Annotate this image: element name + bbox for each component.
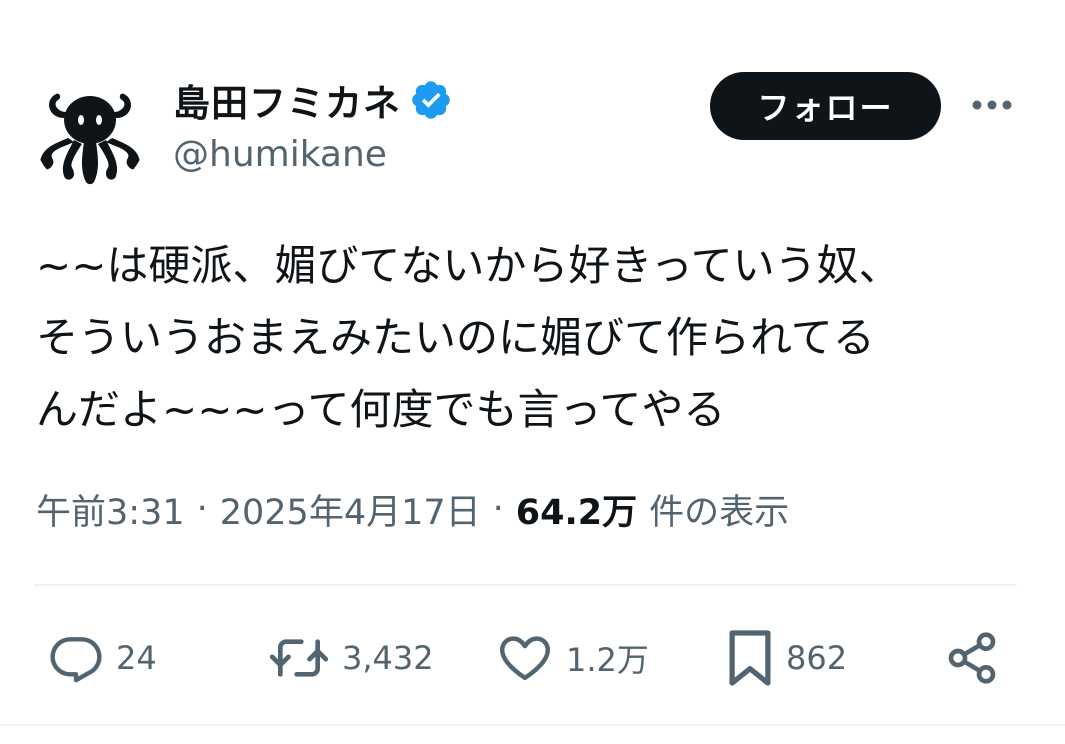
like-icon: [500, 636, 550, 681]
retweet-count: 3,432: [342, 639, 434, 677]
views-label: 件の表示: [649, 492, 790, 533]
divider: [34, 584, 1017, 586]
author-handle[interactable]: @humikane: [173, 134, 387, 175]
views-count[interactable]: 64.2万: [516, 484, 637, 535]
tweet-detail: 島田フミカネ @humikane フォロー ~~は硬派、媚びてないから好きってい…: [0, 0, 1065, 744]
follow-button[interactable]: フォロー: [710, 72, 941, 140]
author-name-row: 島田フミカネ: [173, 75, 453, 125]
reply-count: 24: [116, 639, 157, 677]
reply-button[interactable]: 24: [48, 622, 157, 694]
tweet-text-line: んだよ~~~って何度でも言ってやる: [36, 385, 726, 434]
bookmark-button[interactable]: 862: [726, 622, 847, 694]
meta-separator: ·: [196, 489, 208, 529]
share-icon: [948, 632, 996, 684]
octopus-avatar-icon: [34, 78, 146, 190]
action-bar: 24 3,432 1.2万 862: [0, 622, 1065, 694]
like-count: 1.2万: [566, 641, 649, 679]
avatar[interactable]: [34, 78, 146, 190]
author-display-name[interactable]: 島田フミカネ: [173, 73, 401, 127]
tweet-meta: 午前3:31 · 2025年4月17日 · 64.2万 件の表示: [36, 484, 789, 534]
reply-icon: [50, 637, 102, 683]
tweet-time[interactable]: 午前3:31: [36, 484, 185, 535]
verified-badge-icon[interactable]: [409, 78, 453, 122]
retweet-button[interactable]: 3,432: [268, 622, 434, 694]
tweet-date[interactable]: 2025年4月17日: [220, 484, 481, 535]
like-button[interactable]: 1.2万: [496, 622, 649, 694]
bottom-divider: [0, 724, 1065, 726]
bookmark-icon: [729, 630, 771, 686]
more-icon[interactable]: [970, 92, 1014, 118]
tweet-text: ~~は硬派、媚びてないから好きっていう奴、 そういうおまえみたいのに媚びて作られ…: [36, 230, 1036, 446]
tweet-text-line: そういうおまえみたいのに媚びて作られてる: [36, 313, 875, 362]
retweet-icon: [269, 639, 329, 677]
meta-separator: ·: [492, 489, 504, 529]
bookmark-count: 862: [786, 639, 848, 677]
share-button[interactable]: [944, 622, 1000, 694]
tweet-text-line: ~~は硬派、媚びてないから好きっていう奴、: [36, 241, 901, 290]
